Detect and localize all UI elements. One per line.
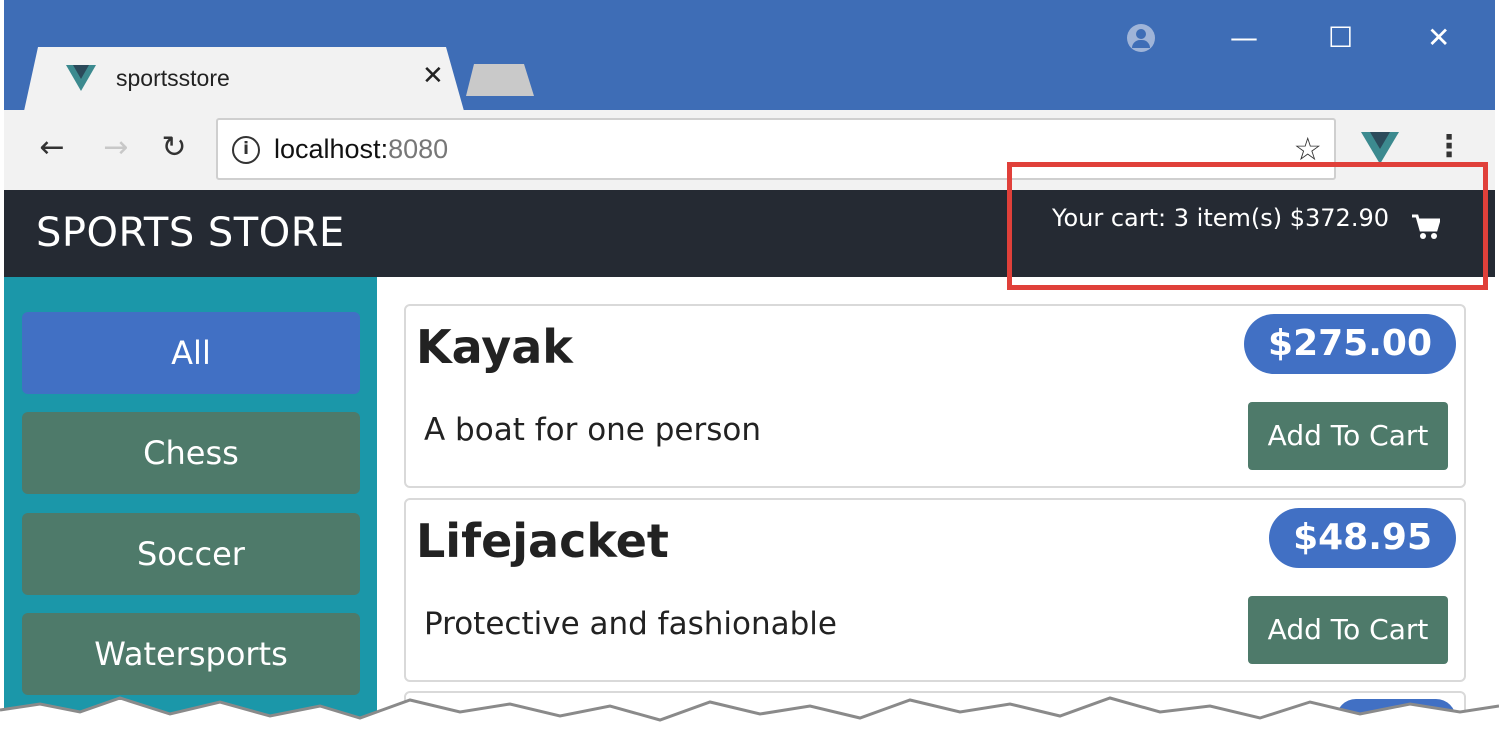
cart-highlight-box <box>1007 162 1488 290</box>
add-to-cart-button[interactable]: Add To Cart <box>1248 596 1448 664</box>
vue-favicon-icon <box>66 65 96 91</box>
product-description: A boat for one person <box>424 412 761 448</box>
back-icon[interactable]: ← <box>32 128 72 168</box>
product-description: Protective and fashionable <box>424 606 837 642</box>
new-tab-button[interactable] <box>466 64 534 96</box>
close-window-icon[interactable]: ✕ <box>1427 18 1450 58</box>
browser-window: sportsstore ✕ — ☐ ✕ ← → ↻ i localhost:80… <box>4 0 1495 746</box>
price-badge: $48.95 <box>1269 508 1456 568</box>
vue-devtools-icon[interactable] <box>1361 132 1399 164</box>
add-to-cart-button[interactable]: Add To Cart <box>1248 402 1448 470</box>
price-badge: $275.00 <box>1244 314 1456 374</box>
product-card: Kayak $275.00 A boat for one person Add … <box>404 304 1466 488</box>
url-text: localhost:8080 <box>274 134 449 164</box>
reload-icon[interactable]: ↻ <box>154 128 194 168</box>
maximize-icon[interactable]: ☐ <box>1328 18 1353 58</box>
title-bar: sportsstore ✕ — ☐ ✕ <box>4 0 1495 111</box>
category-soccer-button[interactable]: Soccer <box>22 513 360 595</box>
category-all-button[interactable]: All <box>22 312 360 394</box>
minimize-icon[interactable]: — <box>1230 18 1258 58</box>
forward-icon[interactable]: → <box>96 128 136 168</box>
info-icon[interactable]: i <box>232 136 260 164</box>
tab-title: sportsstore <box>116 65 230 91</box>
torn-edge-decoration <box>0 696 1499 746</box>
account-icon[interactable] <box>1127 24 1155 52</box>
product-card: Lifejacket $48.95 Protective and fashion… <box>404 498 1466 682</box>
tab-sportsstore[interactable]: sportsstore ✕ <box>24 47 464 111</box>
product-name: Lifejacket <box>416 514 669 568</box>
category-chess-button[interactable]: Chess <box>22 412 360 494</box>
brand-title[interactable]: SPORTS STORE <box>36 210 345 256</box>
product-name: Kayak <box>416 320 573 374</box>
tab-close-icon[interactable]: ✕ <box>422 61 444 91</box>
